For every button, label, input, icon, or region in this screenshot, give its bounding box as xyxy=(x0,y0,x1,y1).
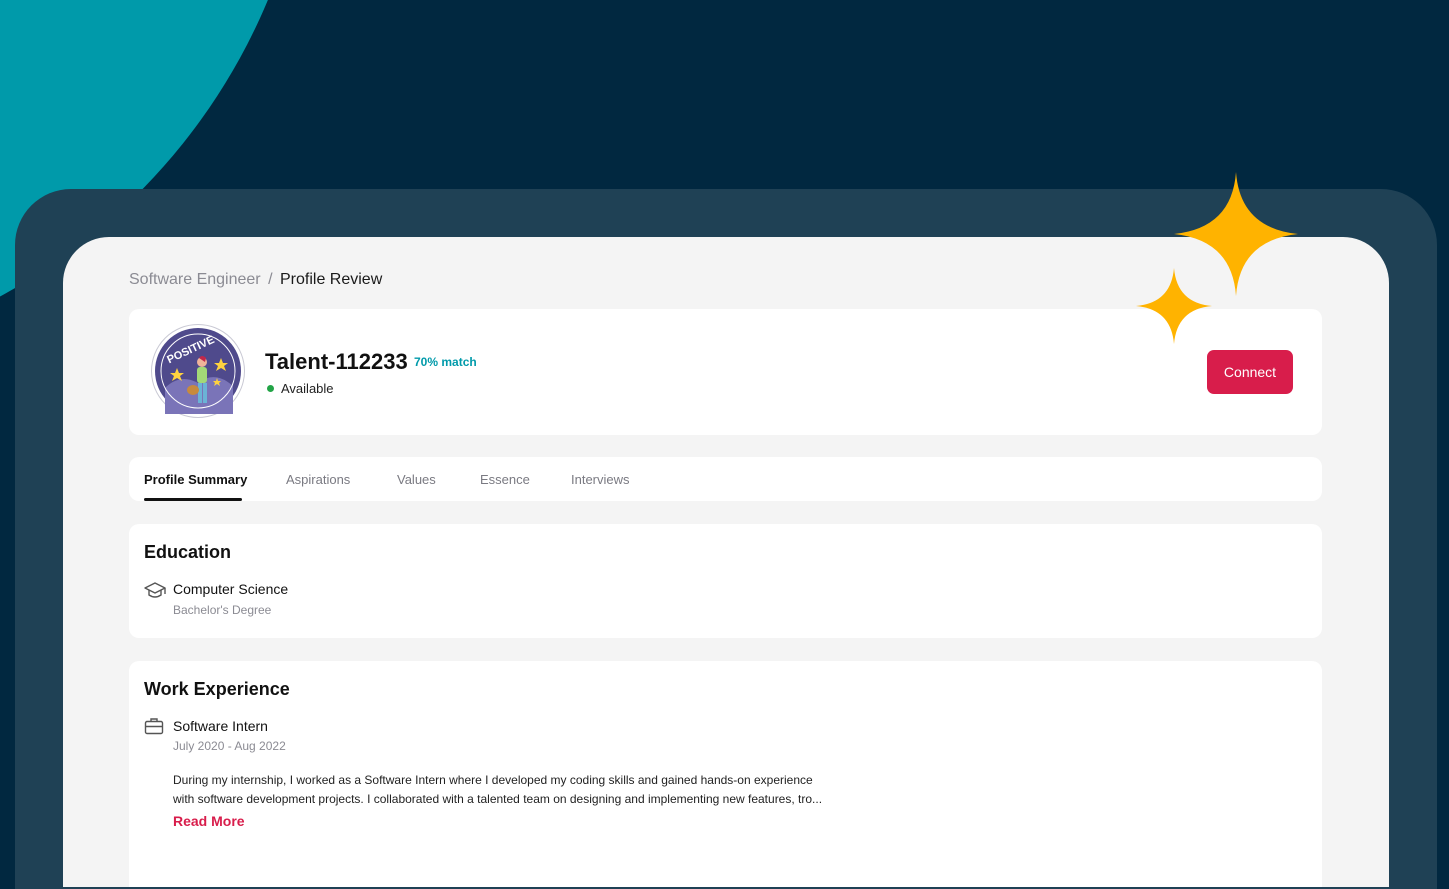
work-role: Software Intern xyxy=(173,718,268,734)
education-degree: Bachelor's Degree xyxy=(173,603,272,617)
tab-bar: Profile Summary Aspirations Values Essen… xyxy=(129,457,1322,501)
work-description: During my internship, I worked as a Soft… xyxy=(173,771,913,809)
breadcrumb-parent-link[interactable]: Software Engineer xyxy=(129,271,261,288)
work-dates: July 2020 - Aug 2022 xyxy=(173,739,286,753)
tab-interviews[interactable]: Interviews xyxy=(571,472,630,487)
breadcrumb-separator: / xyxy=(268,271,273,288)
status-label: Available xyxy=(281,381,334,396)
status-dot-icon xyxy=(267,385,274,392)
education-card: Education Computer Science Bachelor's De… xyxy=(129,524,1322,638)
education-field: Computer Science xyxy=(173,581,289,597)
briefcase-icon xyxy=(144,717,164,740)
tab-values[interactable]: Values xyxy=(397,472,436,487)
active-tab-indicator xyxy=(144,498,242,501)
work-description-line-1: During my internship, I worked as a Soft… xyxy=(173,773,813,787)
tab-aspirations[interactable]: Aspirations xyxy=(286,472,350,487)
talent-name: Talent-112233 xyxy=(265,349,408,374)
work-experience-title: Work Experience xyxy=(144,679,290,699)
breadcrumb: Software Engineer / Profile Review xyxy=(129,271,382,289)
breadcrumb-current: Profile Review xyxy=(280,271,383,288)
availability-status: Available xyxy=(267,381,334,396)
small-sparkle-icon xyxy=(1136,268,1212,344)
connect-button[interactable]: Connect xyxy=(1207,350,1293,394)
tab-profile-summary[interactable]: Profile Summary xyxy=(144,472,247,487)
work-experience-card: Work Experience Software Intern July 202… xyxy=(129,661,1322,887)
match-percentage: 70% match xyxy=(414,355,477,369)
avatar: POSITIVE xyxy=(151,324,245,418)
read-more-link[interactable]: Read More xyxy=(173,813,245,829)
tab-essence[interactable]: Essence xyxy=(480,472,530,487)
positive-badge-icon: POSITIVE xyxy=(155,328,241,414)
work-description-line-2: with software development projects. I co… xyxy=(173,792,823,806)
education-title: Education xyxy=(144,542,232,562)
graduation-cap-icon xyxy=(144,582,166,605)
